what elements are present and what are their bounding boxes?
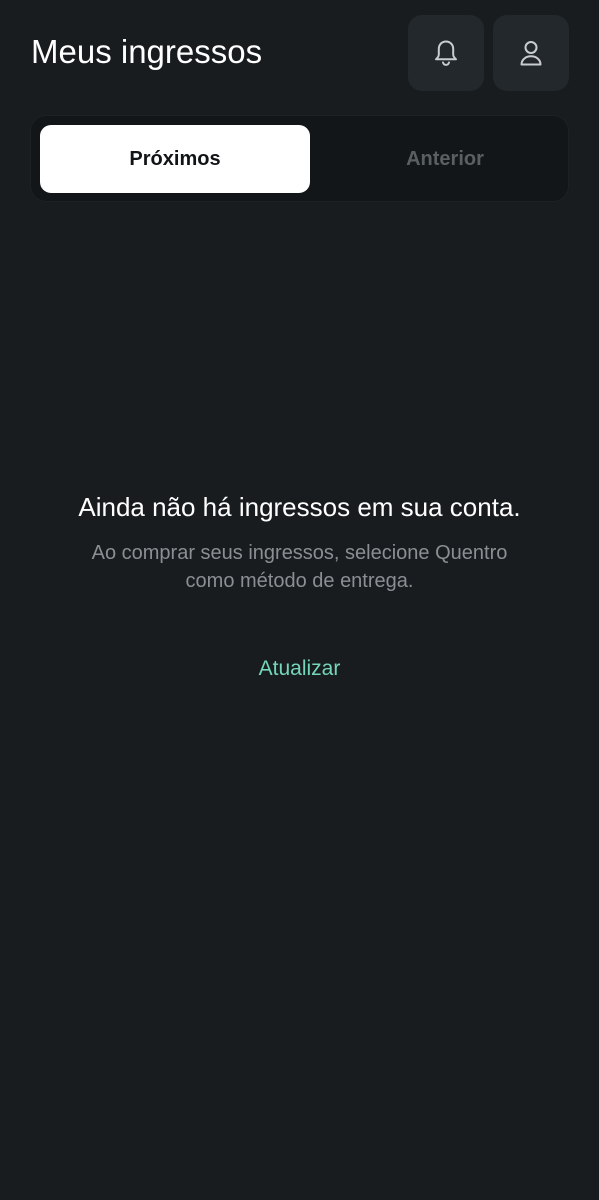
profile-button[interactable] (493, 15, 569, 91)
tab-past[interactable]: Anterior (310, 125, 580, 193)
empty-state-title: Ainda não há ingressos em sua conta. (78, 492, 521, 522)
refresh-button[interactable]: Atualizar (0, 654, 599, 684)
bell-icon (433, 39, 459, 67)
tickets-screen: Meus ingressos Próximos Anterior Ainda n… (0, 0, 599, 1200)
user-icon (518, 39, 544, 67)
tickets-tab-switcher: Próximos Anterior (30, 115, 569, 202)
empty-state-subtitle: Ao comprar seus ingressos, selecione Que… (50, 539, 549, 595)
notifications-button[interactable] (408, 15, 484, 91)
empty-state-subtitle-line-2: como método de entrega. (185, 570, 414, 592)
page-title: Meus ingressos (31, 33, 263, 70)
empty-state-subtitle-line-1: Ao comprar seus ingressos, selecione Que… (91, 542, 508, 564)
tab-upcoming[interactable]: Próximos (40, 125, 310, 193)
